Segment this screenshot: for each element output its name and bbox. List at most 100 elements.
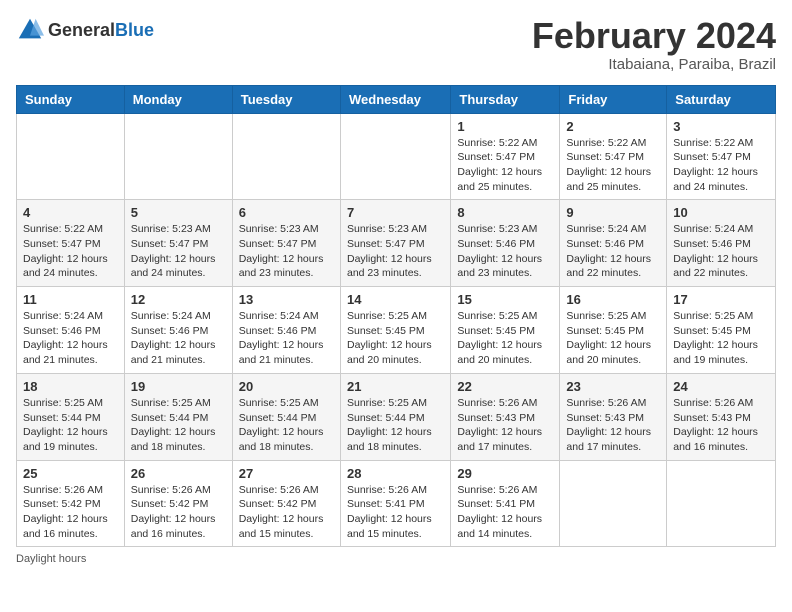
day-number: 26 bbox=[131, 466, 226, 481]
calendar-cell bbox=[17, 113, 125, 200]
calendar-cell bbox=[560, 460, 667, 547]
calendar-cell: 5 Sunrise: 5:23 AM Sunset: 5:47 PM Daylig… bbox=[124, 200, 232, 287]
day-info: Sunrise: 5:25 AM Sunset: 5:44 PM Dayligh… bbox=[347, 396, 444, 455]
day-number: 15 bbox=[457, 292, 553, 307]
day-info: Sunrise: 5:25 AM Sunset: 5:45 PM Dayligh… bbox=[673, 309, 769, 368]
calendar-day-header: Thursday bbox=[451, 85, 560, 113]
calendar-cell: 4 Sunrise: 5:22 AM Sunset: 5:47 PM Daylig… bbox=[17, 200, 125, 287]
day-info: Sunrise: 5:22 AM Sunset: 5:47 PM Dayligh… bbox=[673, 136, 769, 195]
calendar-cell: 1 Sunrise: 5:22 AM Sunset: 5:47 PM Daylig… bbox=[451, 113, 560, 200]
calendar-cell: 23Sunrise: 5:26 AM Sunset: 5:43 PM Dayli… bbox=[560, 373, 667, 460]
calendar-week-row: 25Sunrise: 5:26 AM Sunset: 5:42 PM Dayli… bbox=[17, 460, 776, 547]
day-info: Sunrise: 5:24 AM Sunset: 5:46 PM Dayligh… bbox=[673, 222, 769, 281]
day-info: Sunrise: 5:26 AM Sunset: 5:42 PM Dayligh… bbox=[23, 483, 118, 542]
calendar-week-row: 1 Sunrise: 5:22 AM Sunset: 5:47 PM Daylig… bbox=[17, 113, 776, 200]
day-info: Sunrise: 5:23 AM Sunset: 5:47 PM Dayligh… bbox=[347, 222, 444, 281]
logo-general: General bbox=[48, 20, 115, 40]
footer: Daylight hours bbox=[16, 553, 776, 565]
day-info: Sunrise: 5:26 AM Sunset: 5:43 PM Dayligh… bbox=[566, 396, 660, 455]
calendar-cell: 27 Sunrise: 5:26 AM Sunset: 5:42 PM Dayli… bbox=[232, 460, 340, 547]
month-year-title: February 2024 bbox=[532, 16, 776, 56]
day-number: 18 bbox=[23, 379, 118, 394]
day-number: 27 bbox=[239, 466, 334, 481]
calendar-cell: 24 Sunrise: 5:26 AM Sunset: 5:43 PM Dayli… bbox=[667, 373, 776, 460]
day-info: Sunrise: 5:22 AM Sunset: 5:47 PM Dayligh… bbox=[566, 136, 660, 195]
calendar-day-header: Monday bbox=[124, 85, 232, 113]
day-number: 29 bbox=[457, 466, 553, 481]
day-info: Sunrise: 5:26 AM Sunset: 5:41 PM Dayligh… bbox=[347, 483, 444, 542]
calendar-cell: 16 Sunrise: 5:25 AM Sunset: 5:45 PM Dayli… bbox=[560, 287, 667, 374]
day-info: Sunrise: 5:25 AM Sunset: 5:45 PM Dayligh… bbox=[566, 309, 660, 368]
day-info: Sunrise: 5:24 AM Sunset: 5:46 PM Dayligh… bbox=[23, 309, 118, 368]
calendar-cell bbox=[232, 113, 340, 200]
calendar-week-row: 18 Sunrise: 5:25 AM Sunset: 5:44 PM Dayli… bbox=[17, 373, 776, 460]
day-info: Sunrise: 5:26 AM Sunset: 5:43 PM Dayligh… bbox=[457, 396, 553, 455]
calendar-cell: 10 Sunrise: 5:24 AM Sunset: 5:46 PM Dayli… bbox=[667, 200, 776, 287]
calendar-cell: 2Sunrise: 5:22 AM Sunset: 5:47 PM Daylig… bbox=[560, 113, 667, 200]
calendar-day-header: Sunday bbox=[17, 85, 125, 113]
logo-blue: Blue bbox=[115, 20, 154, 40]
calendar-week-row: 4 Sunrise: 5:22 AM Sunset: 5:47 PM Daylig… bbox=[17, 200, 776, 287]
calendar-cell: 17 Sunrise: 5:25 AM Sunset: 5:45 PM Dayli… bbox=[667, 287, 776, 374]
day-info: Sunrise: 5:22 AM Sunset: 5:47 PM Dayligh… bbox=[457, 136, 553, 195]
calendar-cell: 25Sunrise: 5:26 AM Sunset: 5:42 PM Dayli… bbox=[17, 460, 125, 547]
day-number: 9 bbox=[566, 205, 660, 220]
day-info: Sunrise: 5:26 AM Sunset: 5:42 PM Dayligh… bbox=[131, 483, 226, 542]
day-info: Sunrise: 5:25 AM Sunset: 5:45 PM Dayligh… bbox=[457, 309, 553, 368]
day-number: 6 bbox=[239, 205, 334, 220]
calendar-cell: 29 Sunrise: 5:26 AM Sunset: 5:41 PM Dayli… bbox=[451, 460, 560, 547]
calendar-cell: 3 Sunrise: 5:22 AM Sunset: 5:47 PM Daylig… bbox=[667, 113, 776, 200]
day-info: Sunrise: 5:25 AM Sunset: 5:44 PM Dayligh… bbox=[131, 396, 226, 455]
day-number: 28 bbox=[347, 466, 444, 481]
day-number: 16 bbox=[566, 292, 660, 307]
calendar-cell: 21Sunrise: 5:25 AM Sunset: 5:44 PM Dayli… bbox=[340, 373, 450, 460]
day-number: 12 bbox=[131, 292, 226, 307]
location-subtitle: Itabaiana, Paraiba, Brazil bbox=[532, 56, 776, 73]
day-number: 7 bbox=[347, 205, 444, 220]
day-info: Sunrise: 5:26 AM Sunset: 5:42 PM Dayligh… bbox=[239, 483, 334, 542]
calendar-cell: 26 Sunrise: 5:26 AM Sunset: 5:42 PM Dayli… bbox=[124, 460, 232, 547]
day-number: 14 bbox=[347, 292, 444, 307]
day-number: 8 bbox=[457, 205, 553, 220]
day-info: Sunrise: 5:22 AM Sunset: 5:47 PM Dayligh… bbox=[23, 222, 118, 281]
calendar-cell: 15 Sunrise: 5:25 AM Sunset: 5:45 PM Dayli… bbox=[451, 287, 560, 374]
calendar-cell: 22 Sunrise: 5:26 AM Sunset: 5:43 PM Dayli… bbox=[451, 373, 560, 460]
logo-icon bbox=[16, 16, 44, 44]
day-info: Sunrise: 5:26 AM Sunset: 5:43 PM Dayligh… bbox=[673, 396, 769, 455]
calendar-cell: 14 Sunrise: 5:25 AM Sunset: 5:45 PM Dayli… bbox=[340, 287, 450, 374]
calendar-cell: 28 Sunrise: 5:26 AM Sunset: 5:41 PM Dayli… bbox=[340, 460, 450, 547]
calendar-day-header: Tuesday bbox=[232, 85, 340, 113]
logo: GeneralBlue bbox=[16, 16, 154, 44]
day-info: Sunrise: 5:25 AM Sunset: 5:45 PM Dayligh… bbox=[347, 309, 444, 368]
day-info: Sunrise: 5:24 AM Sunset: 5:46 PM Dayligh… bbox=[239, 309, 334, 368]
calendar-cell: 20Sunrise: 5:25 AM Sunset: 5:44 PM Dayli… bbox=[232, 373, 340, 460]
day-number: 1 bbox=[457, 119, 553, 134]
day-info: Sunrise: 5:23 AM Sunset: 5:46 PM Dayligh… bbox=[457, 222, 553, 281]
day-number: 17 bbox=[673, 292, 769, 307]
calendar-week-row: 11 Sunrise: 5:24 AM Sunset: 5:46 PM Dayli… bbox=[17, 287, 776, 374]
daylight-label: Daylight hours bbox=[16, 553, 86, 565]
day-info: Sunrise: 5:25 AM Sunset: 5:44 PM Dayligh… bbox=[23, 396, 118, 455]
calendar-table: SundayMondayTuesdayWednesdayThursdayFrid… bbox=[16, 85, 776, 548]
day-info: Sunrise: 5:26 AM Sunset: 5:41 PM Dayligh… bbox=[457, 483, 553, 542]
day-info: Sunrise: 5:23 AM Sunset: 5:47 PM Dayligh… bbox=[131, 222, 226, 281]
day-number: 3 bbox=[673, 119, 769, 134]
day-number: 11 bbox=[23, 292, 118, 307]
day-number: 24 bbox=[673, 379, 769, 394]
calendar-cell bbox=[124, 113, 232, 200]
calendar-cell: 6Sunrise: 5:23 AM Sunset: 5:47 PM Daylig… bbox=[232, 200, 340, 287]
day-number: 4 bbox=[23, 205, 118, 220]
calendar-cell: 11 Sunrise: 5:24 AM Sunset: 5:46 PM Dayli… bbox=[17, 287, 125, 374]
day-number: 20 bbox=[239, 379, 334, 394]
calendar-cell bbox=[340, 113, 450, 200]
calendar-cell: 7 Sunrise: 5:23 AM Sunset: 5:47 PM Daylig… bbox=[340, 200, 450, 287]
day-info: Sunrise: 5:24 AM Sunset: 5:46 PM Dayligh… bbox=[131, 309, 226, 368]
calendar-day-header: Wednesday bbox=[340, 85, 450, 113]
calendar-cell: 12 Sunrise: 5:24 AM Sunset: 5:46 PM Dayli… bbox=[124, 287, 232, 374]
calendar-cell: 9Sunrise: 5:24 AM Sunset: 5:46 PM Daylig… bbox=[560, 200, 667, 287]
day-number: 5 bbox=[131, 205, 226, 220]
calendar-cell: 18 Sunrise: 5:25 AM Sunset: 5:44 PM Dayli… bbox=[17, 373, 125, 460]
day-number: 10 bbox=[673, 205, 769, 220]
title-block: February 2024 Itabaiana, Paraiba, Brazil bbox=[532, 16, 776, 73]
day-number: 22 bbox=[457, 379, 553, 394]
